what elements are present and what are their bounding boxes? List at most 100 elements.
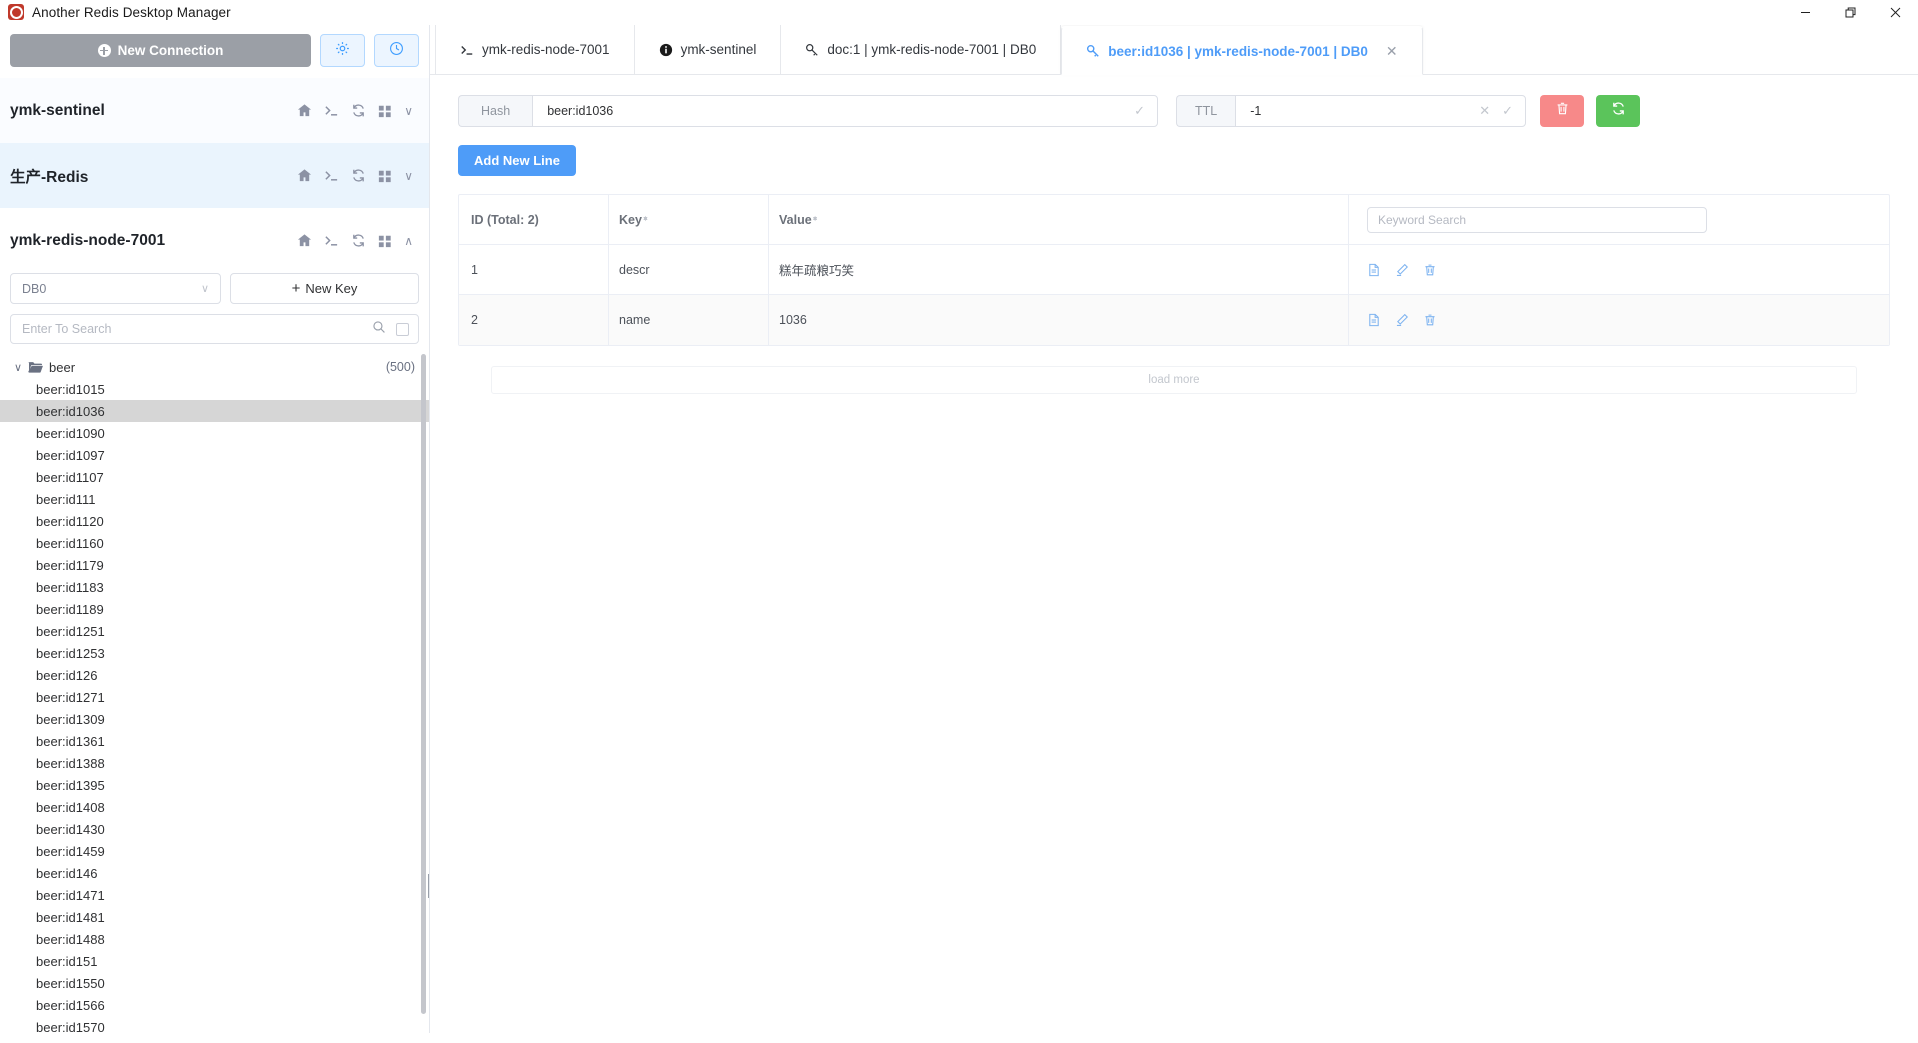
chevron-down-icon[interactable]: ∨	[404, 169, 413, 183]
add-new-line-button[interactable]: Add New Line	[458, 145, 576, 176]
connection-row-ymk-sentinel[interactable]: ymk-sentinel ∨	[0, 78, 429, 143]
refresh-key-button[interactable]	[1596, 95, 1640, 127]
edit-icon[interactable]	[1395, 313, 1409, 327]
delete-key-button[interactable]	[1540, 95, 1584, 127]
refresh-icon	[1611, 101, 1626, 121]
key-name-field[interactable]: ✓	[532, 95, 1158, 127]
cell-id-value: 1	[471, 262, 478, 277]
tree-key-item[interactable]: beer:id1179	[0, 554, 429, 576]
tree-key-item[interactable]: beer:id1160	[0, 532, 429, 554]
column-header-key[interactable]: Key ▲ ▼	[609, 195, 769, 244]
keyword-search-box[interactable]	[1367, 206, 1707, 233]
tree-key-item[interactable]: beer:id1183	[0, 576, 429, 598]
new-connection-button[interactable]: New Connection	[10, 34, 311, 67]
grid-icon[interactable]	[378, 234, 392, 248]
new-key-button[interactable]: + New Key	[230, 273, 419, 304]
minimize-button[interactable]	[1783, 0, 1828, 25]
tree-key-item[interactable]: beer:id1251	[0, 620, 429, 642]
tree-key-item[interactable]: beer:id1253	[0, 642, 429, 664]
grid-icon[interactable]	[378, 104, 392, 118]
refresh-icon[interactable]	[351, 168, 366, 183]
tree-key-item[interactable]: beer:id151	[0, 950, 429, 972]
ttl-field[interactable]: ✕ ✓	[1235, 95, 1526, 127]
tree-key-item[interactable]: beer:id1189	[0, 598, 429, 620]
key-name-input[interactable]	[547, 104, 1127, 118]
home-icon[interactable]	[297, 168, 312, 183]
grid-icon[interactable]	[378, 169, 392, 183]
cell-id-value: 2	[471, 313, 478, 327]
keyword-search-input[interactable]	[1378, 212, 1696, 227]
tree-key-item[interactable]: beer:id1566	[0, 994, 429, 1016]
tree-key-item[interactable]: beer:id1309	[0, 708, 429, 730]
close-button[interactable]	[1873, 0, 1918, 25]
tab-ymk-sentinel[interactable]: ymk-sentinel	[634, 25, 782, 74]
table-row[interactable]: 1 descr 糕年疏粮巧笑	[459, 245, 1889, 295]
chevron-down-icon[interactable]: ∨	[404, 104, 413, 118]
copy-icon[interactable]	[1367, 263, 1381, 277]
search-exact-checkbox[interactable]	[396, 322, 409, 336]
trash-icon	[1555, 101, 1570, 121]
history-button[interactable]	[374, 34, 419, 67]
home-icon[interactable]	[297, 233, 312, 248]
tree-key-item[interactable]: beer:id1430	[0, 818, 429, 840]
tree-key-item[interactable]: beer:id1097	[0, 444, 429, 466]
tree-folder-beer[interactable]: ∨ beer (500)	[0, 356, 429, 378]
tree-key-item[interactable]: beer:id146	[0, 862, 429, 884]
tree-key-item[interactable]: beer:id1550	[0, 972, 429, 994]
tree-key-item[interactable]: beer:id1107	[0, 466, 429, 488]
tree-key-item[interactable]: beer:id1015	[0, 378, 429, 400]
sort-icon[interactable]: ▲ ▼	[642, 215, 649, 223]
tree-key-item[interactable]: beer:id1471	[0, 884, 429, 906]
terminal-icon[interactable]	[324, 168, 339, 183]
home-icon[interactable]	[297, 103, 312, 118]
clear-icon[interactable]: ✕	[1479, 103, 1490, 119]
db-select[interactable]: DB0 ∨	[10, 273, 221, 304]
sort-icon[interactable]: ▲ ▼	[812, 215, 819, 223]
tree-key-item[interactable]: beer:id1408	[0, 796, 429, 818]
key-icon	[1086, 44, 1100, 58]
connection-row-production-redis[interactable]: 生产-Redis ∨	[0, 143, 429, 208]
tree-key-item[interactable]: beer:id1120	[0, 510, 429, 532]
tree-key-item[interactable]: beer:id1488	[0, 928, 429, 950]
terminal-icon[interactable]	[324, 233, 339, 248]
sidebar-scrollbar[interactable]	[421, 354, 426, 1014]
edit-icon[interactable]	[1395, 263, 1409, 277]
column-header-value[interactable]: Value ▲ ▼	[769, 195, 1349, 244]
tab-ymk-redis-node-7001[interactable]: ymk-redis-node-7001	[435, 25, 635, 74]
search-icon[interactable]	[372, 320, 386, 339]
load-more-button[interactable]: load more	[491, 366, 1857, 394]
tree-key-item[interactable]: beer:id126	[0, 664, 429, 686]
chevron-down-icon[interactable]: ∨	[14, 361, 28, 374]
maximize-button[interactable]	[1828, 0, 1873, 25]
ttl-confirm-icon[interactable]: ✓	[1502, 103, 1513, 119]
tree-key-item[interactable]: beer:id1090	[0, 422, 429, 444]
refresh-icon[interactable]	[351, 103, 366, 118]
ttl-input[interactable]	[1250, 104, 1472, 118]
tab-beer-id1036[interactable]: beer:id1036 | ymk-redis-node-7001 | DB0 …	[1061, 26, 1423, 75]
chevron-up-icon[interactable]: ∧	[404, 234, 413, 248]
table-row[interactable]: 2 name 1036	[459, 295, 1889, 345]
tree-key-item[interactable]: beer:id1361	[0, 730, 429, 752]
tree-key-item[interactable]: beer:id1570	[0, 1016, 429, 1034]
terminal-icon[interactable]	[324, 103, 339, 118]
tree-key-item[interactable]: beer:id111	[0, 488, 429, 510]
tree-key-item[interactable]: beer:id1388	[0, 752, 429, 774]
close-icon[interactable]: ✕	[1386, 43, 1398, 60]
tree-key-item[interactable]: beer:id1459	[0, 840, 429, 862]
delete-icon[interactable]	[1423, 313, 1437, 327]
copy-icon[interactable]	[1367, 313, 1381, 327]
settings-button[interactable]	[320, 34, 365, 67]
key-search-input[interactable]	[22, 322, 372, 336]
tree-key-item[interactable]: beer:id1481	[0, 906, 429, 928]
key-name-confirm-icon[interactable]: ✓	[1134, 103, 1145, 119]
delete-icon[interactable]	[1423, 263, 1437, 277]
tree-key-item[interactable]: beer:id1036	[0, 400, 429, 422]
folder-icon	[28, 361, 43, 374]
tree-key-item[interactable]: beer:id1271	[0, 686, 429, 708]
refresh-icon[interactable]	[351, 233, 366, 248]
connection-row-ymk-redis-node-7001[interactable]: ymk-redis-node-7001 ∧	[0, 208, 429, 273]
tree-key-item[interactable]: beer:id1395	[0, 774, 429, 796]
key-search-box[interactable]	[10, 314, 419, 344]
tab-doc-1[interactable]: doc:1 | ymk-redis-node-7001 | DB0	[781, 25, 1062, 74]
panel-splitter[interactable]	[428, 874, 429, 898]
